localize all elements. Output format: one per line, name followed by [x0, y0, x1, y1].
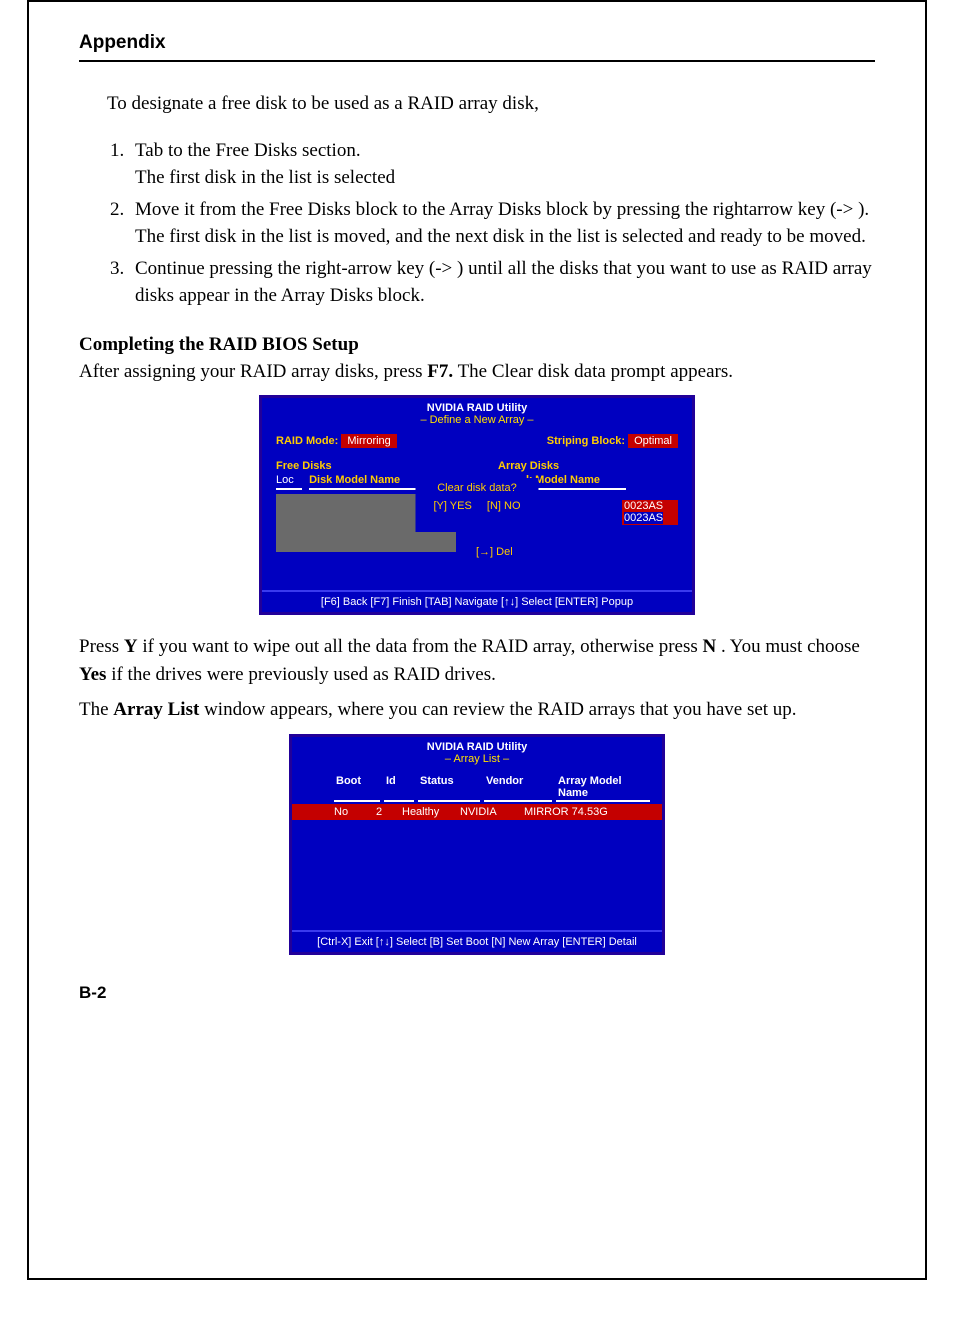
press-y-post: . You must choose — [721, 636, 860, 657]
after-assigning-text: After assigning your RAID array disks, p… — [79, 358, 875, 386]
intro-text: To designate a free disk to be used as a… — [107, 90, 875, 118]
striping-value: Optimal — [628, 434, 678, 448]
serial-1: 0023AS — [624, 500, 663, 512]
step-3-main: Continue pressing the right-arrow key (-… — [135, 258, 872, 307]
press-y-post2: if the drives were previously used as RA… — [111, 664, 496, 685]
press-y-text: Press Y if you want to wipe out all the … — [79, 633, 875, 688]
press-n-key: N — [703, 636, 717, 657]
row-array-model: MIRROR 74.53G — [524, 806, 654, 818]
bios-screenshot-1-wrap: NVIDIA RAID Utility – Define a New Array… — [79, 395, 875, 615]
after-pre: After assigning your RAID array disks, p… — [79, 361, 427, 382]
al-bold: Array List — [113, 699, 199, 720]
row-id: 2 — [376, 806, 402, 818]
dialog-question: Clear disk data? — [427, 482, 526, 494]
bios-array-list-window: NVIDIA RAID Utility – Array List – Boot … — [289, 734, 665, 955]
disk-model-col-r: k Model Name — [526, 474, 626, 490]
array-disk-serial-1: 0023AS 0023AS — [622, 500, 678, 524]
free-disks-label: Free Disks — [276, 460, 456, 472]
col-array-model: Array Model Name — [556, 775, 650, 802]
step-2-main: Move it from the Free Disks block to the… — [135, 199, 869, 220]
col-boot: Boot — [334, 775, 380, 802]
step-1-sub: The first disk in the list is selected — [135, 164, 875, 192]
bios2-spacer — [292, 820, 662, 930]
striping-label: Striping Block: — [547, 435, 625, 447]
bios2-subtitle: – Array List – — [292, 753, 662, 765]
bios1-top-row: RAID Mode: Mirroring Striping Block: Opt… — [262, 428, 692, 450]
steps-list: Tab to the Free Disks section. The first… — [107, 137, 875, 310]
array-disks-label: Array Disks — [498, 460, 678, 472]
step-2: Move it from the Free Disks block to the… — [129, 196, 875, 251]
press-y-mid: if you want to wipe out all the data fro… — [142, 636, 702, 657]
row-status: Healthy — [402, 806, 460, 818]
clear-disk-dialog: Clear disk data? [Y] YES [N] NO — [415, 478, 538, 532]
array-row-1[interactable]: No 2 Healthy NVIDIA MIRROR 74.53G — [292, 804, 662, 820]
al-post: window appears, where you can review the… — [204, 699, 797, 720]
bios-define-array-window: NVIDIA RAID Utility – Define a New Array… — [259, 395, 695, 615]
striping-field: Striping Block: Optimal — [547, 434, 678, 448]
row-vendor: NVIDIA — [460, 806, 524, 818]
bios1-title-text: NVIDIA RAID Utility — [427, 402, 527, 414]
page-number: B-2 — [79, 983, 875, 1003]
raid-mode-value: Mirroring — [341, 434, 396, 448]
yes-bold: Yes — [79, 664, 106, 685]
col-vendor: Vendor — [484, 775, 552, 802]
bios1-body: Clear disk data? [Y] YES [N] NO 0023AS 0… — [262, 490, 692, 590]
col-id: Id — [384, 775, 414, 802]
section-heading: Completing the RAID BIOS Setup — [79, 334, 875, 356]
loc-col: Loc — [276, 474, 302, 490]
page-header: Appendix — [79, 32, 875, 62]
bios2-title-text: NVIDIA RAID Utility — [427, 741, 527, 753]
step-3: Continue pressing the right-arrow key (-… — [129, 255, 875, 310]
bios2-col-headers: Boot Id Status Vendor Array Model Name — [292, 767, 662, 804]
step-1: Tab to the Free Disks section. The first… — [129, 137, 875, 192]
step-1-main: Tab to the Free Disks section. — [135, 140, 361, 161]
dialog-no[interactable]: [N] NO — [487, 500, 521, 512]
bios1-subtitle: – Define a New Array – — [262, 414, 692, 426]
after-post: The Clear disk data prompt appears. — [458, 361, 733, 382]
press-y-pre: Press — [79, 636, 124, 657]
bios2-footer: [Ctrl-X] Exit [↑↓] Select [B] Set Boot [… — [292, 930, 662, 952]
array-list-text: The Array List window appears, where you… — [79, 696, 875, 724]
dialog-yes[interactable]: [Y] YES — [433, 500, 471, 512]
bios1-footer: [F6] Back [F7] Finish [TAB] Navigate [↑↓… — [262, 590, 692, 612]
bios2-title: NVIDIA RAID Utility – Array List – — [292, 737, 662, 767]
bios-screenshot-2-wrap: NVIDIA RAID Utility – Array List – Boot … — [79, 734, 875, 955]
al-pre: The — [79, 699, 113, 720]
page: Appendix To designate a free disk to be … — [27, 0, 927, 1280]
serial-2: 0023AS — [624, 512, 663, 524]
press-y-key: Y — [124, 636, 138, 657]
raid-mode-label: RAID Mode: — [276, 435, 338, 447]
step-2-sub: The first disk in the list is moved, and… — [135, 223, 875, 251]
row-boot: No — [334, 806, 376, 818]
raid-mode-field: RAID Mode: Mirroring — [276, 434, 397, 448]
after-key: F7. — [427, 361, 453, 382]
col-status: Status — [418, 775, 480, 802]
disk-model-col: Disk Model Name — [309, 474, 419, 490]
bios1-title: NVIDIA RAID Utility – Define a New Array… — [262, 398, 692, 428]
dialog-options: [Y] YES [N] NO — [427, 500, 526, 512]
bios1-mid-labels: Free Disks Array Disks — [262, 450, 692, 474]
